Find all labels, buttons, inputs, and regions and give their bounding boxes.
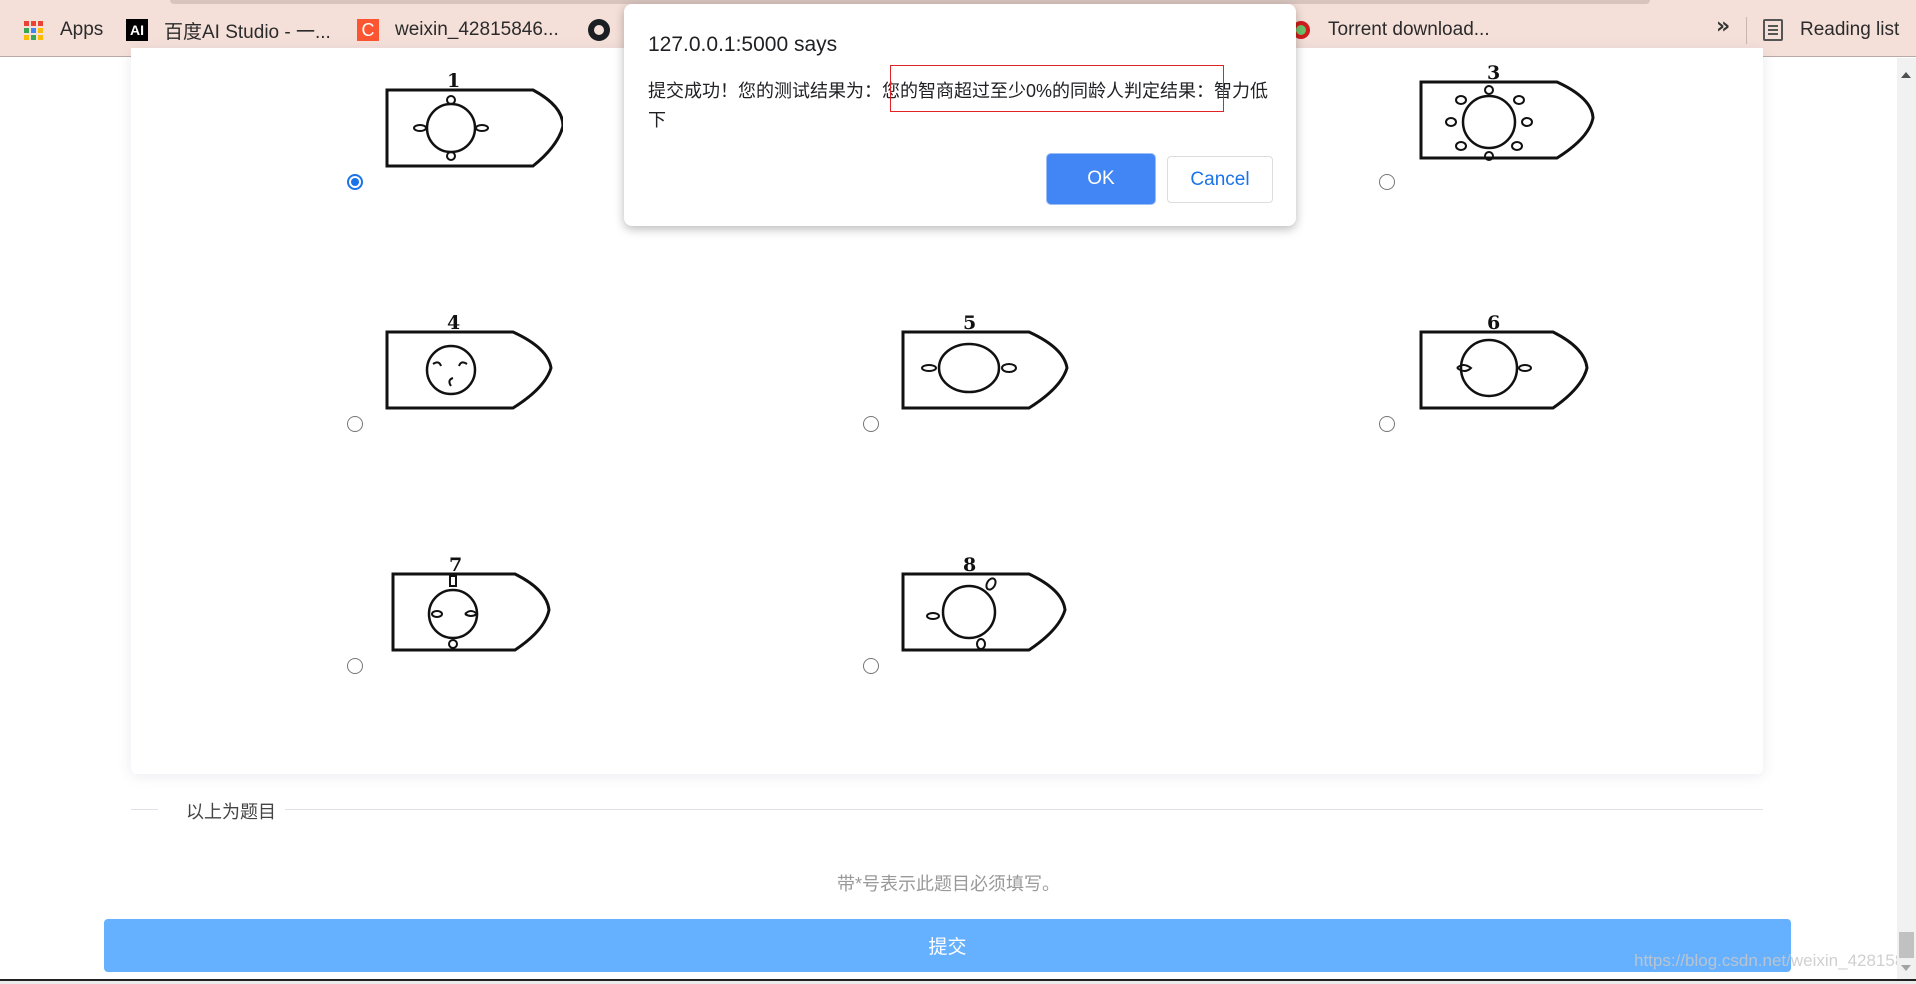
option-radio-4[interactable]	[347, 416, 363, 432]
alert-dialog: 127.0.0.1:5000 says 提交成功！您的测试结果为：您的智商超过至…	[624, 4, 1296, 226]
option-radio-8[interactable]	[863, 658, 879, 674]
option-figure-1: 1	[383, 70, 573, 180]
divider-line	[285, 809, 1763, 810]
option-figure-3: 3	[1417, 62, 1607, 180]
section-divider: 以上为题目	[131, 798, 1763, 822]
option-1[interactable]: 1	[347, 70, 587, 200]
figure-shape-3	[1419, 80, 1595, 161]
reading-list-label: Reading list	[1800, 19, 1900, 40]
option-5[interactable]: 5	[863, 312, 1103, 442]
apps-grid-icon	[22, 19, 44, 41]
option-radio-5[interactable]	[863, 416, 879, 432]
option-radio-6[interactable]	[1379, 416, 1395, 432]
option-figure-7: 7	[389, 554, 579, 664]
option-8[interactable]: 8	[863, 554, 1103, 684]
reading-list-icon	[1762, 19, 1784, 41]
option-figure-4: 4	[383, 312, 573, 422]
figure-shape-7	[391, 572, 551, 652]
figure-shape-5	[901, 330, 1069, 410]
bookmark-apps[interactable]: Apps	[22, 17, 103, 43]
figure-shape-1	[385, 88, 563, 168]
option-7[interactable]: 7	[347, 554, 587, 684]
vertical-scrollbar[interactable]	[1897, 58, 1916, 979]
bookmark-baidu-ai-studio[interactable]: AI 百度AI Studio - 一...	[126, 17, 331, 43]
dialog-title: 127.0.0.1:5000 says	[648, 33, 838, 56]
bookmark-label: weixin_42815846...	[395, 19, 559, 40]
bookmark-github[interactable]	[588, 17, 626, 43]
option-radio-3[interactable]	[1379, 174, 1395, 190]
option-figure-8: 8	[899, 554, 1089, 664]
required-hint: 带*号表示此题目必须填写。	[836, 874, 1060, 894]
option-4[interactable]: 4	[347, 312, 587, 442]
bookmarks-separator	[1746, 17, 1747, 44]
option-figure-5: 5	[899, 312, 1089, 422]
csdn-icon: C	[357, 19, 379, 41]
option-3[interactable]: 3	[1379, 62, 1619, 200]
bookmarks-overflow-button[interactable]: »	[1716, 14, 1730, 39]
watermark: https://blog.csdn.net/weixin_42815846	[1634, 951, 1916, 970]
divider-line	[131, 809, 158, 810]
figure-shape-6	[1419, 330, 1589, 410]
cancel-button[interactable]: Cancel	[1167, 156, 1273, 203]
bookmark-torrent[interactable]: Torrent download...	[1290, 17, 1490, 43]
baidu-ai-studio-icon: AI	[126, 19, 148, 41]
option-radio-7[interactable]	[347, 658, 363, 674]
window-bottom-edge	[0, 979, 1916, 984]
scroll-down-arrow-icon[interactable]	[1901, 965, 1911, 971]
option-figure-6: 6	[1417, 312, 1607, 422]
ok-button[interactable]: OK	[1047, 154, 1155, 204]
figure-shape-8	[901, 572, 1067, 652]
bookmark-csdn[interactable]: C weixin_42815846...	[357, 17, 559, 43]
submit-button[interactable]: 提交	[104, 919, 1791, 972]
scroll-up-arrow-icon[interactable]	[1901, 72, 1911, 78]
figure-shape-4	[385, 330, 553, 410]
bookmark-label: 百度AI Studio - 一...	[164, 21, 331, 43]
option-6[interactable]: 6	[1379, 312, 1619, 442]
bookmark-label: Torrent download...	[1328, 19, 1490, 40]
github-icon	[588, 19, 610, 41]
option-radio-1[interactable]	[347, 174, 363, 190]
divider-label: 以上为题目	[186, 802, 276, 822]
bookmark-label: Apps	[60, 19, 104, 40]
result-highlight-box	[890, 65, 1224, 112]
scrollbar-thumb[interactable]	[1899, 932, 1914, 958]
reading-list-button[interactable]: Reading list	[1762, 17, 1899, 43]
